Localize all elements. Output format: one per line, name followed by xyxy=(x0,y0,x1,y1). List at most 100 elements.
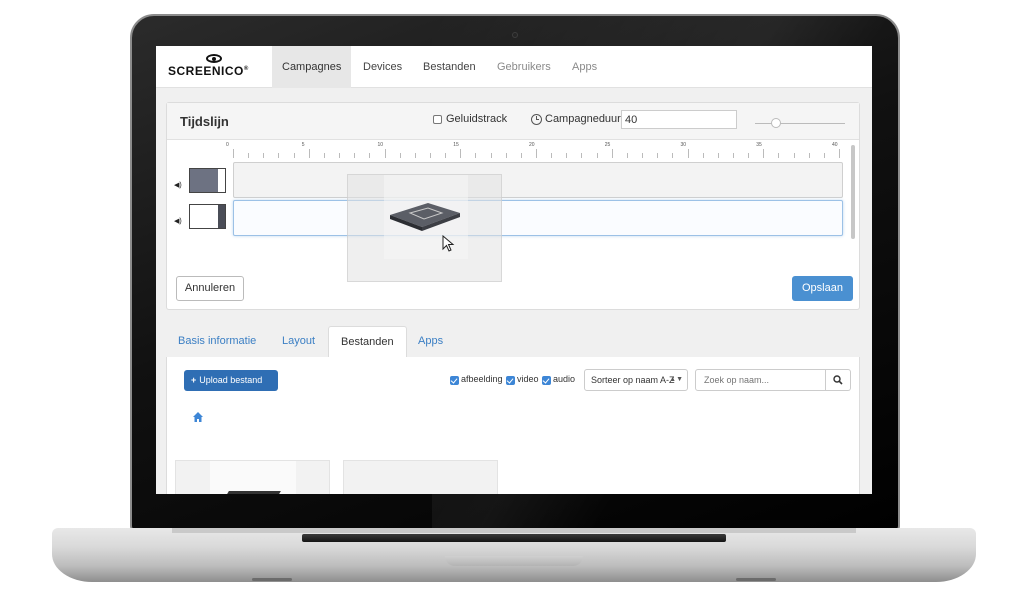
ruler-tick xyxy=(611,149,613,158)
ruler-tick xyxy=(581,153,583,158)
campaign-tabs: Basis informatie Layout Bestanden Apps xyxy=(166,326,860,359)
ruler-tick xyxy=(717,153,719,158)
ruler-tick xyxy=(414,153,416,158)
ruler-tick xyxy=(445,153,447,158)
track-thumbnail[interactable] xyxy=(189,204,226,229)
zoom-slider-track[interactable] xyxy=(755,123,845,124)
ruler-tick xyxy=(536,149,537,158)
ruler-label: 30 xyxy=(680,142,687,148)
ruler-tick xyxy=(702,153,704,158)
nav-apps[interactable]: Apps xyxy=(562,46,607,88)
timeline-panel: Tijdslijn Geluidstrack Campagneduur 0 5 10… xyxy=(166,102,860,310)
track-thumbnail[interactable] xyxy=(189,168,226,193)
cancel-button[interactable]: Annuleren xyxy=(176,276,244,301)
nav-devices[interactable]: Devices xyxy=(353,46,412,88)
ruler-tick xyxy=(808,153,810,158)
hinge xyxy=(172,528,856,533)
upload-file-label: Upload bestand xyxy=(199,375,263,385)
laptop-base xyxy=(52,528,976,582)
ruler-label: 40 xyxy=(832,142,838,148)
search-input[interactable] xyxy=(695,369,826,391)
timeline-scrollbar[interactable] xyxy=(851,145,855,239)
ruler-tick xyxy=(475,153,477,158)
brand-logo[interactable]: SCREENICO® xyxy=(168,52,260,82)
ruler-label: 0 xyxy=(226,142,229,148)
tab-layout[interactable]: Layout xyxy=(270,326,327,358)
ruler-tick xyxy=(490,153,492,158)
filter-audio-label: audio xyxy=(553,374,576,384)
timeline-ruler: 0 5 10 15 20 25 30 35 40 xyxy=(226,142,843,158)
ruler-tick xyxy=(793,153,795,158)
ruler-tick xyxy=(778,153,780,158)
brand-name: SCREENICO xyxy=(168,64,244,78)
ruler-tick xyxy=(354,153,356,158)
ruler-tick xyxy=(642,153,644,158)
file-card[interactable] xyxy=(175,460,330,494)
ruler-tick xyxy=(748,153,750,158)
ruler-tick xyxy=(384,149,386,158)
ruler-label: 10 xyxy=(377,142,384,148)
trackpad-notch xyxy=(445,556,583,566)
webcam-icon xyxy=(512,32,518,38)
ruler-tick xyxy=(505,153,507,158)
timeline-track-selected[interactable] xyxy=(233,200,843,236)
ruler-tick xyxy=(429,153,431,158)
filter-image-label: afbeelding xyxy=(461,374,503,384)
ruler-tick xyxy=(657,153,659,158)
nav-bestanden[interactable]: Bestanden xyxy=(413,46,486,88)
nav-campagnes[interactable]: Campagnes xyxy=(272,46,352,88)
sound-track-checkbox[interactable] xyxy=(433,115,442,124)
cursor-arrow-icon xyxy=(442,235,455,252)
files-panel: + Upload bestand afbeelding video audio S… xyxy=(166,357,860,494)
thumbnail-image xyxy=(190,169,218,192)
ruler-tick xyxy=(763,149,765,158)
ruler-tick xyxy=(687,149,689,158)
filter-audio-checkbox[interactable] xyxy=(542,376,551,385)
device-image-icon xyxy=(223,491,281,494)
sort-select[interactable]: Sorteer op naam A-Z ▲▼ xyxy=(584,369,688,391)
speaker-icon[interactable]: ◀) xyxy=(174,181,183,189)
file-card-preview xyxy=(210,461,296,494)
tab-basis-informatie[interactable]: Basis informatie xyxy=(166,326,268,358)
zoom-slider-handle[interactable] xyxy=(771,118,781,128)
ruler-tick xyxy=(278,153,280,158)
search-icon xyxy=(833,375,843,385)
timeline-header: Tijdslijn Geluidstrack Campagneduur xyxy=(167,103,859,140)
filter-image-checkbox[interactable] xyxy=(450,376,459,385)
ruler-tick xyxy=(248,153,250,158)
keyboard-strip xyxy=(302,534,726,542)
filter-video-checkbox[interactable] xyxy=(506,376,515,385)
file-card-preview xyxy=(378,461,464,494)
save-button[interactable]: Opslaan xyxy=(792,276,853,301)
ruler-tick xyxy=(823,153,825,158)
upload-file-button[interactable]: + Upload bestand xyxy=(184,370,278,391)
ruler-tick xyxy=(460,149,462,158)
base-foot xyxy=(736,578,776,581)
tab-apps[interactable]: Apps xyxy=(406,326,455,358)
tab-bestanden[interactable]: Bestanden xyxy=(328,326,407,359)
drag-ghost xyxy=(347,174,502,282)
ruler-tick xyxy=(566,153,568,158)
ruler-tick xyxy=(293,153,295,158)
file-card[interactable] xyxy=(343,460,498,494)
timeline-track[interactable] xyxy=(233,162,843,198)
ruler-tick xyxy=(839,149,840,158)
nav-gebruikers[interactable]: Gebruikers xyxy=(487,46,561,88)
home-icon[interactable] xyxy=(192,411,204,423)
ruler-tick xyxy=(339,153,341,158)
search-button[interactable] xyxy=(826,369,851,391)
ruler-label: 15 xyxy=(453,142,459,148)
speaker-icon[interactable]: ◀) xyxy=(174,217,183,225)
ruler-tick xyxy=(732,153,734,158)
ruler-tick xyxy=(672,153,674,158)
duration-input[interactable] xyxy=(621,110,737,129)
ruler-tick xyxy=(520,153,522,158)
duration-label: Campagneduur xyxy=(545,113,621,125)
ruler-tick xyxy=(551,153,553,158)
thumbnail-image xyxy=(218,205,225,228)
eye-logo-icon xyxy=(206,54,222,63)
select-arrows-icon: ▲▼ xyxy=(669,376,683,383)
ruler-tick xyxy=(323,153,325,158)
sound-track-label: Geluidstrack xyxy=(446,113,508,125)
top-navbar: SCREENICO® Campagnes Devices Bestanden G… xyxy=(156,46,872,88)
